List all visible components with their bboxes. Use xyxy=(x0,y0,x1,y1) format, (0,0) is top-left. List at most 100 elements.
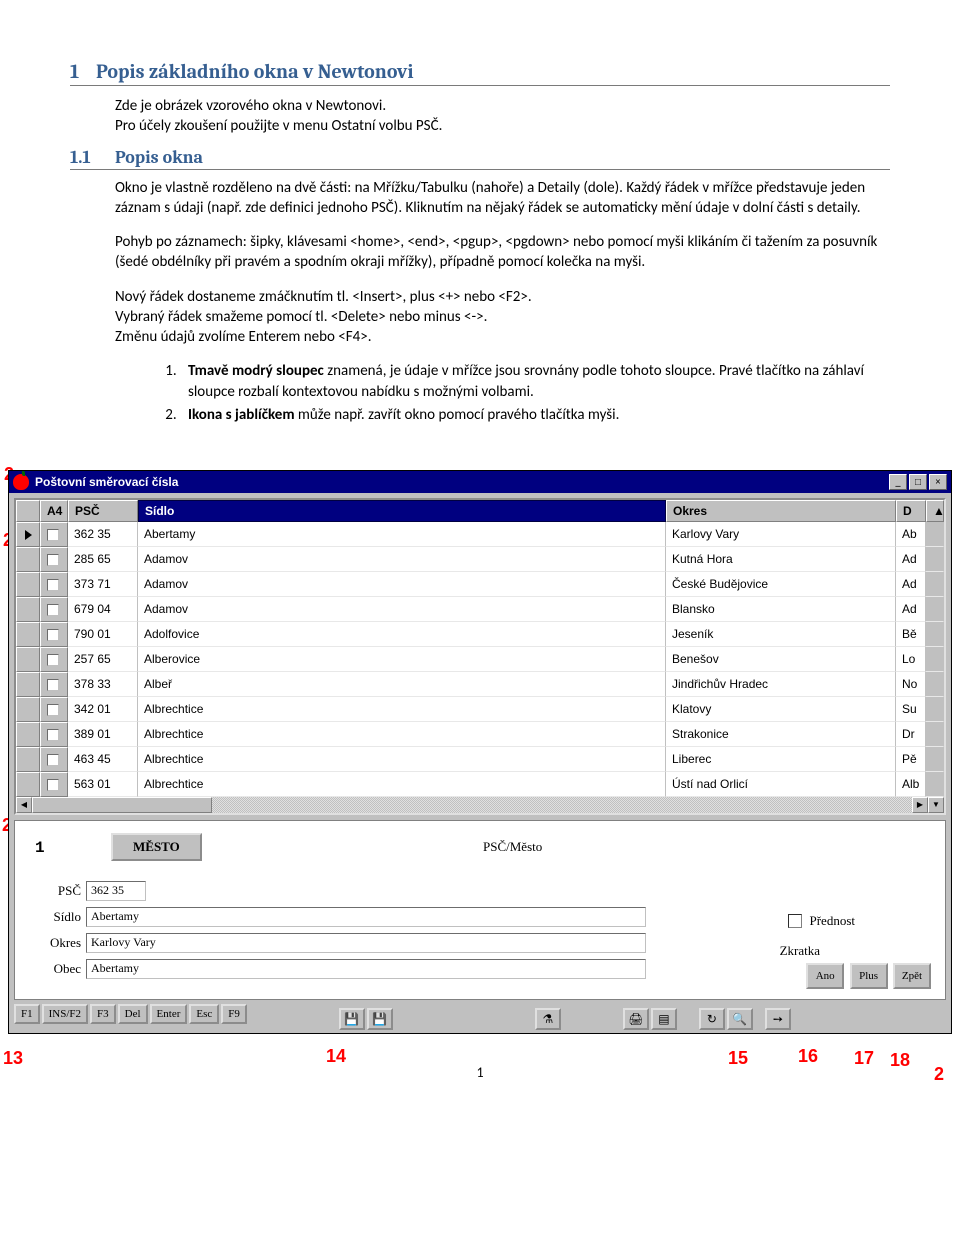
maximize-button[interactable]: □ xyxy=(909,474,927,490)
close-button[interactable]: × xyxy=(929,474,947,490)
cell-checkbox[interactable] xyxy=(40,597,68,622)
checkbox-icon[interactable] xyxy=(47,754,59,766)
status-key-esc[interactable]: Esc xyxy=(189,1004,219,1024)
row-indicator[interactable] xyxy=(16,522,40,547)
status-key-f3[interactable]: F3 xyxy=(90,1004,116,1024)
header-a4[interactable]: A4 xyxy=(40,500,68,522)
vertical-scroll-track[interactable] xyxy=(926,672,944,697)
row-indicator[interactable] xyxy=(16,647,40,672)
next-icon[interactable]: ➙ xyxy=(765,1008,791,1030)
checkbox-icon[interactable] xyxy=(47,704,59,716)
checkbox-icon[interactable] xyxy=(47,529,59,541)
checkbox-icon[interactable] xyxy=(47,679,59,691)
checkbox-icon[interactable] xyxy=(47,579,59,591)
cell-checkbox[interactable] xyxy=(40,747,68,772)
save-all-icon[interactable]: 💾 xyxy=(367,1008,393,1030)
status-key-ins-f2[interactable]: INS/F2 xyxy=(42,1004,88,1024)
status-key-f1[interactable]: F1 xyxy=(14,1004,40,1024)
vertical-scroll-track[interactable] xyxy=(926,722,944,747)
obec-field[interactable]: Abertamy xyxy=(86,959,646,979)
intro-line-2: Pro účely zkoušení použijte v menu Ostat… xyxy=(115,117,442,135)
search-icon[interactable]: 🔍 xyxy=(727,1008,753,1030)
horizontal-scrollbar[interactable]: ◀ ▶ ▼ xyxy=(16,797,944,813)
vertical-scroll-track[interactable] xyxy=(926,647,944,672)
table-row[interactable]: 378 33AlbeřJindřichův HradecNo xyxy=(16,672,944,697)
filter-icon[interactable]: ⚗ xyxy=(535,1008,561,1030)
titlebar[interactable]: Poštovní směrovací čísla _ □ × xyxy=(9,471,951,493)
table-row[interactable]: 342 01AlbrechticeKlatovySu xyxy=(16,697,944,722)
cell-checkbox[interactable] xyxy=(40,697,68,722)
scroll-left-button[interactable]: ◀ xyxy=(16,797,32,813)
header-sidlo[interactable]: Sídlo xyxy=(138,500,666,522)
table-row[interactable]: 790 01AdolfoviceJeseníkBě xyxy=(16,622,944,647)
tab-mesto[interactable]: MĚSTO xyxy=(111,833,202,861)
okres-field[interactable]: Karlovy Vary xyxy=(86,933,646,953)
vertical-scroll-track[interactable] xyxy=(926,622,944,647)
table-row[interactable]: 679 04AdamovBlanskoAd xyxy=(16,597,944,622)
minimize-button[interactable]: _ xyxy=(889,474,907,490)
scroll-up-button[interactable]: ▲ xyxy=(926,500,944,522)
row-indicator[interactable] xyxy=(16,622,40,647)
cell-checkbox[interactable] xyxy=(40,622,68,647)
header-psc[interactable]: PSČ xyxy=(68,500,138,522)
save-icon[interactable]: 💾 xyxy=(339,1008,365,1030)
table-row[interactable]: 389 01AlbrechticeStrakoniceDr xyxy=(16,722,944,747)
cell-checkbox[interactable] xyxy=(40,722,68,747)
vertical-scroll-track[interactable] xyxy=(926,697,944,722)
table-row[interactable]: 463 45AlbrechticeLiberecPě xyxy=(16,747,944,772)
vertical-scroll-track[interactable] xyxy=(926,597,944,622)
checkbox-icon[interactable] xyxy=(47,629,59,641)
ano-button[interactable]: Ano xyxy=(806,963,844,989)
cell-checkbox[interactable] xyxy=(40,672,68,697)
scroll-down-button[interactable]: ▼ xyxy=(928,797,944,813)
row-indicator[interactable] xyxy=(16,697,40,722)
scroll-right-button[interactable]: ▶ xyxy=(912,797,928,813)
vertical-scroll-track[interactable] xyxy=(926,747,944,772)
prednost-checkbox-group[interactable]: Přednost xyxy=(788,913,856,929)
checkbox-icon[interactable] xyxy=(47,604,59,616)
vertical-scroll-track[interactable] xyxy=(926,547,944,572)
print-icon[interactable]: 🖨 xyxy=(623,1008,649,1030)
checkbox-icon[interactable] xyxy=(47,554,59,566)
row-indicator[interactable] xyxy=(16,597,40,622)
checkbox-icon[interactable] xyxy=(47,729,59,741)
row-indicator[interactable] xyxy=(16,547,40,572)
row-indicator[interactable] xyxy=(16,572,40,597)
vertical-scroll-track[interactable] xyxy=(926,772,944,797)
prednost-checkbox[interactable] xyxy=(788,914,802,928)
row-indicator[interactable] xyxy=(16,722,40,747)
status-key-f9[interactable]: F9 xyxy=(221,1004,247,1024)
plus-button[interactable]: Plus xyxy=(850,963,888,989)
cell-checkbox[interactable] xyxy=(40,522,68,547)
cell-checkbox[interactable] xyxy=(40,772,68,797)
row-indicator[interactable] xyxy=(16,747,40,772)
vertical-scroll-track[interactable] xyxy=(926,572,944,597)
table-row[interactable]: 373 71AdamovČeské BudějoviceAd xyxy=(16,572,944,597)
data-grid[interactable]: A4 PSČ Sídlo Okres D ▲ 362 35AbertamyKar… xyxy=(14,498,946,815)
vertical-scroll-track[interactable] xyxy=(926,522,944,547)
header-selector[interactable] xyxy=(16,500,40,522)
table-row[interactable]: 563 01AlbrechticeÚstí nad OrlicíAlb xyxy=(16,772,944,797)
refresh-icon[interactable]: ↻ xyxy=(699,1008,725,1030)
bar-icon[interactable]: ▤ xyxy=(651,1008,677,1030)
checkbox-icon[interactable] xyxy=(47,654,59,666)
cell-checkbox[interactable] xyxy=(40,647,68,672)
header-d[interactable]: D xyxy=(896,500,926,522)
zpet-button[interactable]: Zpět xyxy=(893,963,931,989)
psc-field[interactable]: 362 35 xyxy=(86,881,146,901)
row-indicator[interactable] xyxy=(16,672,40,697)
table-row[interactable]: 257 65AlberoviceBenešovLo xyxy=(16,647,944,672)
status-key-del[interactable]: Del xyxy=(118,1004,148,1024)
table-row[interactable]: 285 65AdamovKutná HoraAd xyxy=(16,547,944,572)
apple-icon[interactable] xyxy=(13,474,29,490)
cell-checkbox[interactable] xyxy=(40,572,68,597)
header-okres[interactable]: Okres xyxy=(666,500,896,522)
row-indicator[interactable] xyxy=(16,772,40,797)
scroll-thumb[interactable] xyxy=(32,797,212,813)
checkbox-icon[interactable] xyxy=(47,779,59,791)
cell-checkbox[interactable] xyxy=(40,547,68,572)
status-key-enter[interactable]: Enter xyxy=(150,1004,188,1024)
scroll-track[interactable] xyxy=(212,797,912,813)
table-row[interactable]: 362 35AbertamyKarlovy VaryAb xyxy=(16,522,944,547)
sidlo-field[interactable]: Abertamy xyxy=(86,907,646,927)
